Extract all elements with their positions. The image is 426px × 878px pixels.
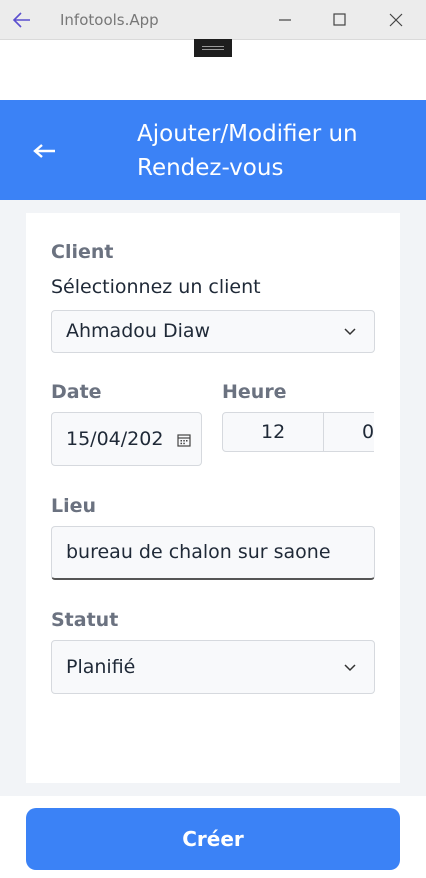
statut-select[interactable]: Planifié — [51, 640, 375, 694]
drag-handle[interactable] — [194, 39, 232, 57]
page-title: Ajouter/Modifier un Rendez-vous — [137, 121, 358, 181]
minimize-icon[interactable] — [270, 6, 300, 34]
content-area: Client Sélectionnez un client Ahmadou Di… — [0, 200, 426, 796]
chevron-down-icon — [344, 664, 356, 672]
maximize-icon[interactable] — [324, 6, 354, 34]
form-card: Client Sélectionnez un client Ahmadou Di… — [26, 213, 400, 783]
hour-field[interactable]: 12 — [222, 412, 324, 452]
client-prompt: Sélectionnez un client — [51, 276, 261, 298]
app-header: Ajouter/Modifier un Rendez-vous — [0, 100, 426, 200]
client-select[interactable]: Ahmadou Diaw — [51, 310, 375, 353]
chevron-down-icon — [344, 328, 356, 336]
back-arrow-icon[interactable] — [30, 136, 58, 166]
minute-value: 0 — [362, 421, 374, 443]
date-label: Date — [51, 381, 102, 403]
client-select-value: Ahmadou Diaw — [66, 320, 211, 342]
lieu-label: Lieu — [51, 495, 97, 517]
window-back-icon[interactable] — [10, 8, 36, 32]
client-label: Client — [51, 241, 114, 263]
time-label: Heure — [222, 381, 287, 403]
date-picker[interactable]: 15/04/202 — [51, 412, 202, 466]
statut-select-value: Planifié — [66, 656, 136, 678]
calendar-icon[interactable] — [177, 433, 191, 447]
create-button[interactable]: Créer — [26, 808, 400, 870]
statut-label: Statut — [51, 609, 119, 631]
hour-value: 12 — [261, 421, 286, 443]
date-value: 15/04/202 — [66, 428, 164, 450]
window-title: Infotools.App — [60, 11, 159, 29]
time-picker: 12 0 — [222, 412, 374, 452]
lieu-input[interactable]: bureau de chalon sur saone — [51, 526, 375, 580]
close-icon[interactable] — [381, 6, 411, 34]
lieu-value: bureau de chalon sur saone — [66, 541, 331, 563]
footer: Créer — [0, 796, 426, 878]
window-titlebar: Infotools.App — [0, 0, 426, 40]
minute-field[interactable]: 0 — [323, 412, 374, 452]
